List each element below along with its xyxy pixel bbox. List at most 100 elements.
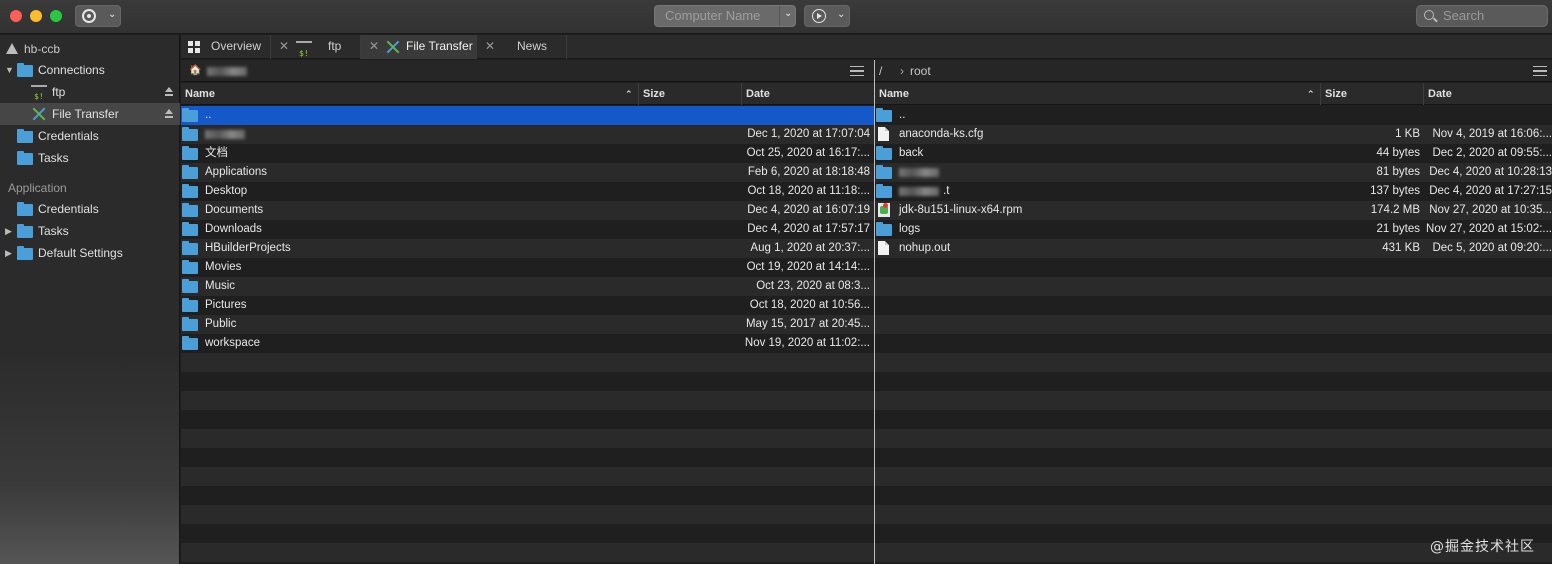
remote-file-pane: / › root Name ⌃ Size Date .. anaconda-ks.… (875, 60, 1552, 564)
file-date: Dec 4, 2020 at 16:07:19 (747, 204, 870, 216)
minimize-window-button[interactable] (30, 10, 42, 22)
column-name[interactable]: Name ⌃ (875, 83, 1321, 105)
file-row (181, 353, 874, 372)
folder-icon (182, 336, 198, 350)
file-row (181, 486, 874, 505)
file-row (181, 524, 874, 543)
column-date[interactable]: Date (741, 83, 874, 105)
close-tab-icon[interactable]: ✕ (369, 35, 379, 58)
tab-news[interactable]: ✕ News (477, 35, 567, 59)
sidebar-item-app-credentials[interactable]: Credentials (0, 198, 180, 220)
file-row[interactable]: Desktop Oct 18, 2020 at 11:18:... (181, 182, 874, 201)
sidebar-item-credentials[interactable]: Credentials (0, 125, 180, 147)
file-row[interactable]: Applications Feb 6, 2020 at 18:18:48 (181, 163, 874, 182)
file-row[interactable]: Downloads Dec 4, 2020 at 17:57:17 (181, 220, 874, 239)
tab-overview[interactable]: Overview (181, 35, 271, 59)
sidebar-account[interactable]: hb-ccb (0, 38, 180, 60)
redacted-path (207, 67, 247, 76)
file-row[interactable]: .. (181, 106, 874, 125)
pane-menu-icon[interactable] (850, 66, 864, 76)
file-size: 1 KB (1395, 128, 1420, 140)
tab-ftp[interactable]: ✕ ftp (271, 35, 361, 65)
file-row[interactable]: Public May 15, 2017 at 20:45... (181, 315, 874, 334)
sidebar-item-connections[interactable]: ▼ Connections (0, 59, 180, 81)
folder-icon (182, 222, 198, 236)
close-tab-icon[interactable]: ✕ (485, 35, 495, 58)
file-name: Documents (205, 204, 264, 216)
file-row (875, 296, 1552, 315)
file-size: 44 bytes (1376, 147, 1420, 159)
sidebar-section-application: Application (8, 181, 67, 195)
close-tab-icon[interactable]: ✕ (279, 35, 289, 58)
grid-icon (188, 41, 200, 53)
file-name: jdk-8u151-linux-x64.rpm (899, 204, 1023, 216)
file-row[interactable]: logs 21 bytes Nov 27, 2020 at 15:02:... (875, 220, 1552, 239)
file-row[interactable]: Documents Dec 4, 2020 at 16:07:19 (181, 201, 874, 220)
eject-icon[interactable] (165, 87, 173, 97)
folder-icon (182, 298, 198, 312)
file-name: Music (205, 280, 236, 292)
file-name: back (899, 147, 924, 159)
tab-bar: Overview ✕ ftp ✕ File Transfer ✕ News (181, 35, 1552, 65)
file-row[interactable]: nohup.out 431 KB Dec 5, 2020 at 09:20:... (875, 239, 1552, 258)
eject-icon[interactable] (165, 109, 173, 119)
file-row[interactable]: .. (875, 106, 1552, 125)
column-name[interactable]: Name ⌃ (181, 83, 639, 105)
file-name: Desktop (205, 185, 248, 197)
warning-icon (6, 43, 18, 54)
file-date: Dec 4, 2020 at 10:28:13 (1429, 166, 1552, 178)
file-row[interactable]: HBuilderProjects Aug 1, 2020 at 20:37:... (181, 239, 874, 258)
sidebar-item-file-transfer[interactable]: File Transfer (0, 103, 180, 125)
folder-icon (876, 165, 892, 179)
pane-menu-icon[interactable] (1533, 66, 1547, 76)
redacted-name (899, 168, 939, 177)
column-size[interactable]: Size (638, 83, 741, 105)
file-row[interactable]: 81 bytes Dec 4, 2020 at 10:28:13 (875, 163, 1552, 182)
file-name: workspace (205, 337, 260, 349)
file-row[interactable]: Movies Oct 19, 2020 at 14:14:... (181, 258, 874, 277)
path-current[interactable]: root (910, 60, 931, 82)
file-name: Downloads (205, 223, 262, 235)
disclosure-closed-icon[interactable]: ▶ (5, 220, 12, 242)
file-row (875, 505, 1552, 524)
file-name: .. (205, 109, 212, 121)
file-row[interactable]: 文档 Oct 25, 2020 at 16:17:... (181, 144, 874, 163)
folder-icon (182, 203, 198, 217)
file-size: 81 bytes (1376, 166, 1420, 178)
path-root[interactable]: / (879, 60, 882, 82)
chevron-down-icon[interactable]: ⌄ (784, 4, 792, 24)
file-row[interactable]: anaconda-ks.cfg 1 KB Nov 4, 2019 at 16:06:… (875, 125, 1552, 144)
file-row[interactable]: Pictures Oct 18, 2020 at 10:56... (181, 296, 874, 315)
file-row[interactable]: workspace Nov 19, 2020 at 11:02:... (181, 334, 874, 353)
file-row[interactable]: jdk-8u151-linux-x64.rpm 174.2 MB Nov 27, 2… (875, 201, 1552, 220)
sidebar-item-app-tasks[interactable]: ▶ Tasks (0, 220, 180, 242)
sidebar-item-default-settings[interactable]: ▶ Default Settings (0, 242, 180, 264)
home-icon[interactable]: 🏠 (189, 60, 201, 82)
close-window-button[interactable] (10, 10, 22, 22)
run-button[interactable]: ⌄ (804, 5, 850, 27)
folder-icon (182, 241, 198, 255)
file-row[interactable]: .t 137 bytes Dec 4, 2020 at 17:27:15 (875, 182, 1552, 201)
disclosure-open-icon[interactable]: ▼ (5, 59, 14, 81)
disclosure-closed-icon[interactable]: ▶ (5, 242, 12, 264)
column-size[interactable]: Size (1320, 83, 1424, 105)
file-name: Movies (205, 261, 242, 273)
file-name: logs (899, 223, 921, 235)
play-icon (812, 9, 826, 23)
sidebar-item-ftp[interactable]: ftp (0, 81, 180, 108)
file-row[interactable]: Dec 1, 2020 at 17:07:04 (181, 125, 874, 144)
folder-icon (17, 63, 33, 77)
tab-file-transfer[interactable]: ✕ File Transfer (361, 35, 477, 59)
app-menu-button[interactable]: ⌄ (75, 5, 121, 27)
file-row[interactable]: back 44 bytes Dec 2, 2020 at 09:55:... (875, 144, 1552, 163)
folder-icon (182, 127, 198, 141)
column-date[interactable]: Date (1423, 83, 1552, 105)
sidebar-item-tasks[interactable]: Tasks (0, 147, 180, 169)
file-row (181, 391, 874, 410)
search-input[interactable]: Search (1416, 5, 1548, 27)
column-header: Name ⌃ Size Date (875, 83, 1552, 105)
computer-name-field[interactable]: Computer Name ⌄ (654, 5, 796, 27)
maximize-window-button[interactable] (50, 10, 62, 22)
file-row[interactable]: Music Oct 23, 2020 at 08:3... (181, 277, 874, 296)
file-date: Oct 23, 2020 at 08:3... (756, 280, 870, 292)
